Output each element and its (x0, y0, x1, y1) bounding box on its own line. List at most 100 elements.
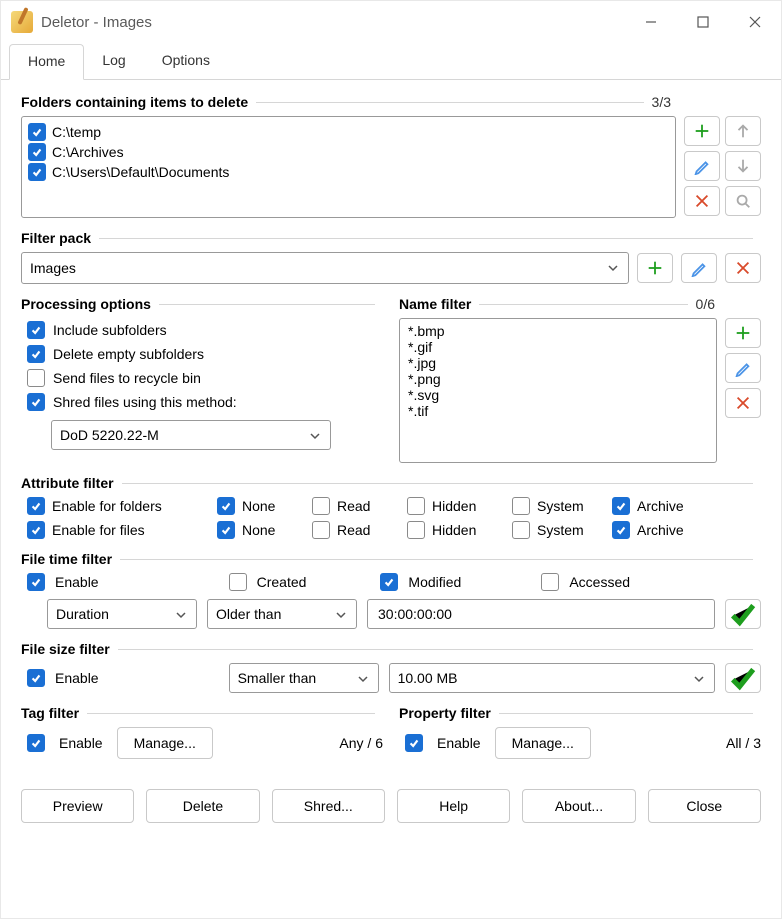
recycle-bin-checkbox[interactable] (27, 369, 45, 387)
attr-folders-enable[interactable] (27, 497, 45, 515)
name-pattern[interactable]: *.tif (408, 403, 708, 419)
delete-empty-label: Delete empty subfolders (53, 346, 204, 362)
tab-options[interactable]: Options (144, 44, 228, 80)
folder-path: C:\temp (52, 124, 101, 140)
size-filter-section: File size filter Enable Smaller than 10.… (21, 641, 761, 693)
browse-folder-button[interactable] (725, 186, 761, 216)
attr-archive-label: Archive (637, 522, 684, 538)
time-comparison-select[interactable]: Older than (207, 599, 357, 629)
attr-files-hidden[interactable] (407, 521, 425, 539)
folder-item[interactable]: C:\temp (28, 122, 669, 142)
folders-title: Folders containing items to delete (21, 94, 248, 110)
edit-pack-button[interactable] (681, 253, 717, 283)
shred-enable-checkbox[interactable] (27, 393, 45, 411)
property-enable-checkbox[interactable] (405, 734, 423, 752)
name-pattern[interactable]: *.gif (408, 339, 708, 355)
attr-folders-hidden[interactable] (407, 497, 425, 515)
attr-files-none[interactable] (217, 521, 235, 539)
folder-checkbox[interactable] (28, 163, 46, 181)
folder-checkbox[interactable] (28, 143, 46, 161)
add-folder-button[interactable] (684, 116, 720, 146)
tab-home[interactable]: Home (9, 44, 84, 80)
attr-folders-archive[interactable] (612, 497, 630, 515)
shred-method-select[interactable]: DoD 5220.22-M (51, 420, 331, 450)
time-modified-checkbox[interactable] (380, 573, 398, 591)
shred-button[interactable]: Shred... (272, 789, 385, 823)
folders-section: Folders containing items to delete 3/3 C… (21, 94, 761, 218)
recycle-bin-label: Send files to recycle bin (53, 370, 201, 386)
tag-enable-checkbox[interactable] (27, 734, 45, 752)
close-button[interactable]: Close (648, 789, 761, 823)
processing-title: Processing options (21, 296, 151, 312)
filter-pack-value: Images (30, 260, 76, 276)
name-filter-title: Name filter (399, 296, 471, 312)
tab-log[interactable]: Log (84, 44, 143, 80)
time-mode-value: Duration (56, 606, 109, 622)
size-value-select[interactable]: 10.00 MB (389, 663, 715, 693)
time-value-input[interactable] (367, 599, 715, 629)
add-pack-button[interactable] (637, 253, 673, 283)
size-enable-checkbox[interactable] (27, 669, 45, 687)
attr-hidden-label: Hidden (432, 522, 476, 538)
move-up-button[interactable] (725, 116, 761, 146)
folder-path: C:\Archives (52, 144, 124, 160)
move-down-button[interactable] (725, 151, 761, 181)
titlebar: Deletor - Images (1, 1, 781, 43)
processing-section: Processing options Include subfolders De… (21, 296, 383, 463)
attr-files-read[interactable] (312, 521, 330, 539)
folder-checkbox[interactable] (28, 123, 46, 141)
about-button[interactable]: About... (522, 789, 635, 823)
folder-side-buttons (684, 116, 761, 218)
time-enable-checkbox[interactable] (27, 573, 45, 591)
time-accessed-checkbox[interactable] (541, 573, 559, 591)
add-name-button[interactable] (725, 318, 761, 348)
minimize-button[interactable] (625, 1, 677, 43)
time-title: File time filter (21, 551, 112, 567)
size-comparison-select[interactable]: Smaller than (229, 663, 379, 693)
name-filter-list[interactable]: *.bmp*.gif*.jpg*.png*.svg*.tif (399, 318, 717, 463)
window-controls (625, 1, 781, 43)
app-icon (11, 11, 33, 33)
attr-files-enable-label: Enable for files (52, 522, 145, 538)
close-window-button[interactable] (729, 1, 781, 43)
delete-empty-checkbox[interactable] (27, 345, 45, 363)
attr-files-enable[interactable] (27, 521, 45, 539)
attr-folders-none[interactable] (217, 497, 235, 515)
folder-item[interactable]: C:\Users\Default\Documents (28, 162, 669, 182)
attr-folders-read[interactable] (312, 497, 330, 515)
tag-manage-button[interactable]: Manage... (117, 727, 213, 759)
size-comparison-value: Smaller than (238, 670, 317, 686)
attr-files-archive[interactable] (612, 521, 630, 539)
name-filter-count: 0/6 (696, 296, 715, 312)
property-title: Property filter (399, 705, 491, 721)
name-pattern[interactable]: *.bmp (408, 323, 708, 339)
name-pattern[interactable]: *.png (408, 371, 708, 387)
remove-pack-button[interactable] (725, 253, 761, 283)
preview-button[interactable]: Preview (21, 789, 134, 823)
tag-filter-section: Tag filter Enable Manage... Any / 6 (21, 705, 383, 759)
include-subfolders-label: Include subfolders (53, 322, 167, 338)
edit-name-button[interactable] (725, 353, 761, 383)
remove-name-button[interactable] (725, 388, 761, 418)
size-apply-button[interactable] (725, 663, 761, 693)
include-subfolders-checkbox[interactable] (27, 321, 45, 339)
delete-button[interactable]: Delete (146, 789, 259, 823)
help-button[interactable]: Help (397, 789, 510, 823)
property-manage-button[interactable]: Manage... (495, 727, 591, 759)
edit-folder-button[interactable] (684, 151, 720, 181)
name-pattern[interactable]: *.jpg (408, 355, 708, 371)
attr-files-system[interactable] (512, 521, 530, 539)
attr-read-label: Read (337, 522, 370, 538)
maximize-button[interactable] (677, 1, 729, 43)
filter-pack-combo[interactable]: Images (21, 252, 629, 284)
folders-count: 3/3 (652, 94, 671, 110)
filter-pack-title: Filter pack (21, 230, 91, 246)
folder-list[interactable]: C:\temp C:\Archives C:\Users\Default\Doc… (21, 116, 676, 218)
time-mode-select[interactable]: Duration (47, 599, 197, 629)
remove-folder-button[interactable] (684, 186, 720, 216)
attr-folders-system[interactable] (512, 497, 530, 515)
name-pattern[interactable]: *.svg (408, 387, 708, 403)
folder-item[interactable]: C:\Archives (28, 142, 669, 162)
time-apply-button[interactable] (725, 599, 761, 629)
time-created-checkbox[interactable] (229, 573, 247, 591)
